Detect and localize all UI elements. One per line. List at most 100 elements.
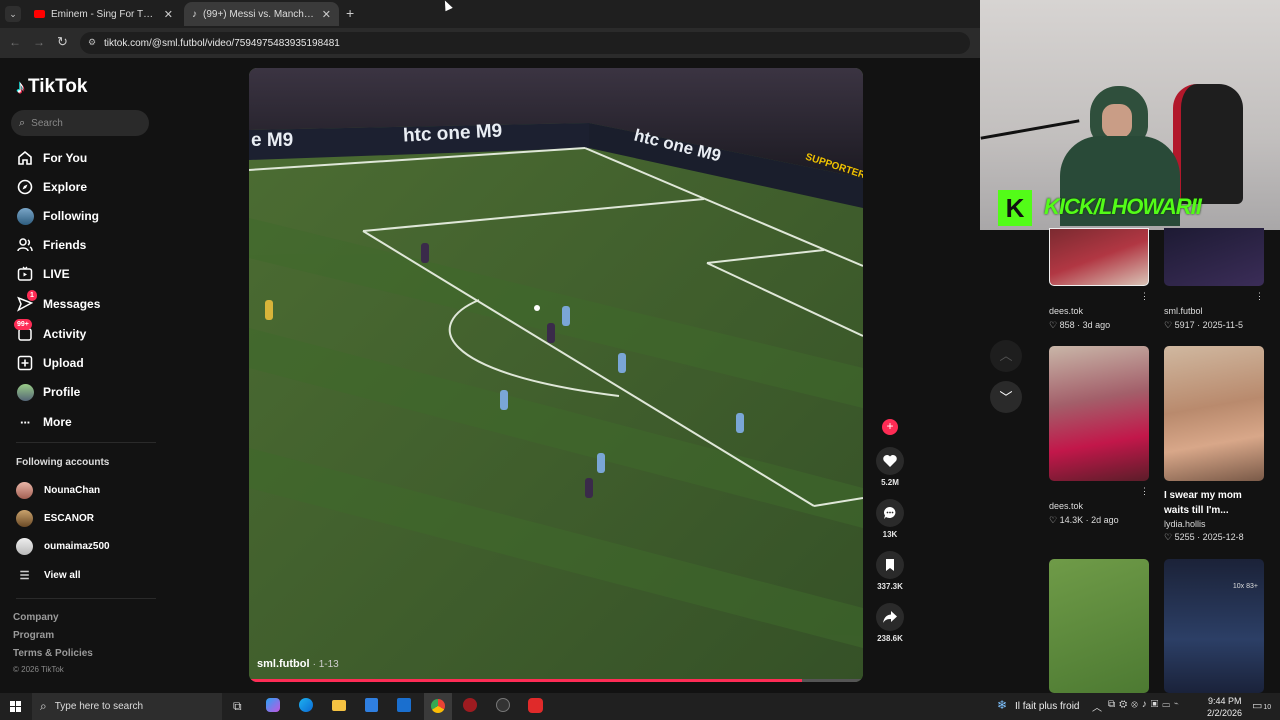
plus-icon: + [882, 419, 898, 435]
tiktok-logo[interactable]: ♪ TikTok [16, 76, 87, 98]
app-icon-dark[interactable] [496, 698, 510, 712]
video-progress-track[interactable] [249, 679, 863, 682]
next-video-button[interactable]: ﹀ [990, 381, 1022, 413]
weather-text[interactable]: Il fait plus froid [1015, 701, 1079, 712]
nav-live[interactable]: LIVE [16, 262, 70, 286]
outlook-icon[interactable] [397, 698, 411, 712]
account-item[interactable]: ESCANOR [16, 508, 94, 528]
logo-text: TikTok [28, 76, 88, 97]
profile-icon [16, 383, 34, 401]
url-input[interactable]: ⚙ tiktok.com/@sml.futbol/video/759497548… [80, 32, 970, 54]
search-input[interactable]: ⌕ Search [11, 110, 149, 136]
tray-overflow-icon[interactable]: ︿ [1092, 699, 1102, 714]
feed-thumbnail[interactable]: 10x 83+ [1164, 559, 1264, 693]
tray-icons[interactable]: ⧉⚙⊗♪▣▭⌁ [1108, 699, 1182, 710]
upload-icon [16, 354, 34, 372]
feed-author[interactable]: sml.futbol [1164, 306, 1203, 316]
browser-tab-tiktok[interactable]: ♪ (99+) Messi vs. Manchester City ✕ [184, 2, 339, 26]
site-info-icon[interactable]: ⚙ [88, 37, 96, 48]
footer-link-terms[interactable]: Terms & Policies [13, 648, 93, 659]
clock-time[interactable]: 9:44 PM [1208, 696, 1242, 706]
video-progress-fill [249, 679, 802, 682]
chrome-icon[interactable] [424, 693, 452, 720]
nav-label: LIVE [43, 267, 70, 281]
nav-friends[interactable]: Friends [16, 233, 86, 257]
more-options-icon[interactable]: ⋮ [1255, 291, 1264, 302]
nav-more[interactable]: ··· More [16, 410, 72, 434]
feed-thumbnail[interactable] [1049, 559, 1149, 693]
soccer-pitch-frame [249, 68, 863, 682]
nav-messages[interactable]: 1 Messages [16, 290, 100, 316]
clock-date[interactable]: 2/2/2026 [1207, 708, 1242, 718]
account-name: NounaChan [44, 484, 101, 496]
store-icon[interactable] [365, 698, 378, 712]
avatar [16, 537, 33, 555]
nav-label: Explore [43, 180, 88, 194]
windows-start-icon[interactable] [10, 701, 21, 712]
new-tab-button[interactable]: + [346, 5, 354, 21]
more-options-icon[interactable]: ⋮ [1140, 486, 1149, 497]
footer-link-program[interactable]: Program [13, 630, 54, 641]
copilot-icon[interactable] [266, 698, 280, 712]
previous-video-button[interactable]: ︿ [990, 340, 1022, 372]
save-button[interactable]: 337.3K [876, 551, 904, 591]
nav-profile[interactable]: Profile [16, 380, 80, 404]
account-name: ESCANOR [44, 512, 95, 524]
feed-stats: ♡ 858 · 3d ago [1049, 320, 1111, 330]
back-icon[interactable]: ← [9, 35, 21, 49]
comment-button[interactable]: 13K [876, 499, 904, 539]
nav-following[interactable]: Following [16, 204, 99, 228]
tab-title: Eminem - Sing For The Moment [51, 8, 158, 20]
account-item[interactable]: oumaimaz500 [16, 536, 110, 556]
tab-list-button[interactable]: ⌄ [5, 6, 21, 22]
app-icon-red[interactable] [463, 698, 477, 712]
app-icon-capture[interactable] [528, 698, 543, 713]
video-player[interactable]: e M9 htc one M9 htc one M9 SUPPORTERS sm… [249, 68, 863, 682]
following-accounts-title: Following accounts [16, 457, 110, 468]
heart-outline-icon: ♡ [1164, 532, 1173, 542]
close-tab-icon[interactable]: ✕ [322, 8, 331, 21]
nav-label: More [43, 415, 72, 429]
account-item[interactable]: NounaChan [16, 480, 100, 500]
follow-button[interactable]: + [876, 419, 904, 435]
like-button[interactable]: 5.2M [876, 447, 904, 487]
share-count: 238.6K [877, 634, 903, 643]
nav-label: Activity [43, 327, 87, 341]
feed-caption[interactable]: I swear my mom waits till I'm... [1164, 488, 1264, 518]
taskbar-search-input[interactable]: ⌕ Type here to search [32, 693, 222, 720]
feed-thumbnail[interactable] [1049, 228, 1149, 286]
footer-link-company[interactable]: Company [13, 612, 59, 623]
reload-icon[interactable]: ↻ [57, 34, 68, 50]
close-tab-icon[interactable]: ✕ [164, 8, 173, 21]
feed-thumbnail[interactable] [1164, 228, 1264, 286]
share-button[interactable]: 238.6K [876, 603, 904, 643]
search-icon: ⌕ [19, 116, 26, 129]
feed-thumbnail[interactable] [1164, 346, 1264, 481]
feed-thumbnail[interactable] [1049, 346, 1149, 481]
feed-author[interactable]: lydia.hollis [1164, 519, 1206, 529]
kick-logo: K [998, 190, 1032, 226]
more-options-icon[interactable]: ⋮ [1140, 291, 1149, 302]
notification-icon[interactable]: ▭10 [1252, 699, 1271, 712]
nav-upload[interactable]: Upload [16, 351, 84, 375]
browser-tab-youtube[interactable]: Eminem - Sing For The Moment ✕ [26, 2, 181, 26]
feed-author[interactable]: dees.tok [1049, 501, 1083, 511]
task-view-icon[interactable]: ⧉ [233, 699, 242, 714]
video-author[interactable]: sml.futbol · 1-13 [257, 658, 339, 670]
forward-icon[interactable]: → [33, 35, 45, 49]
nav-explore[interactable]: Explore [16, 175, 87, 199]
view-all-link[interactable]: ☰ View all [16, 565, 81, 585]
nav-label: Following [43, 209, 99, 223]
feed-author[interactable]: dees.tok [1049, 306, 1083, 316]
nav-activity[interactable]: 99+ Activity [14, 319, 87, 346]
tiktok-logo-icon: ♪ [16, 76, 25, 97]
nav-for-you[interactable]: For You [16, 146, 87, 170]
friends-icon [16, 236, 34, 254]
author-name: sml.futbol [257, 658, 310, 670]
live-icon [16, 265, 34, 283]
edge-icon[interactable] [299, 698, 313, 712]
save-count: 337.3K [877, 582, 903, 591]
search-placeholder: Search [31, 117, 63, 129]
notification-count: 10 [1263, 704, 1272, 711]
file-explorer-icon[interactable] [332, 700, 346, 711]
